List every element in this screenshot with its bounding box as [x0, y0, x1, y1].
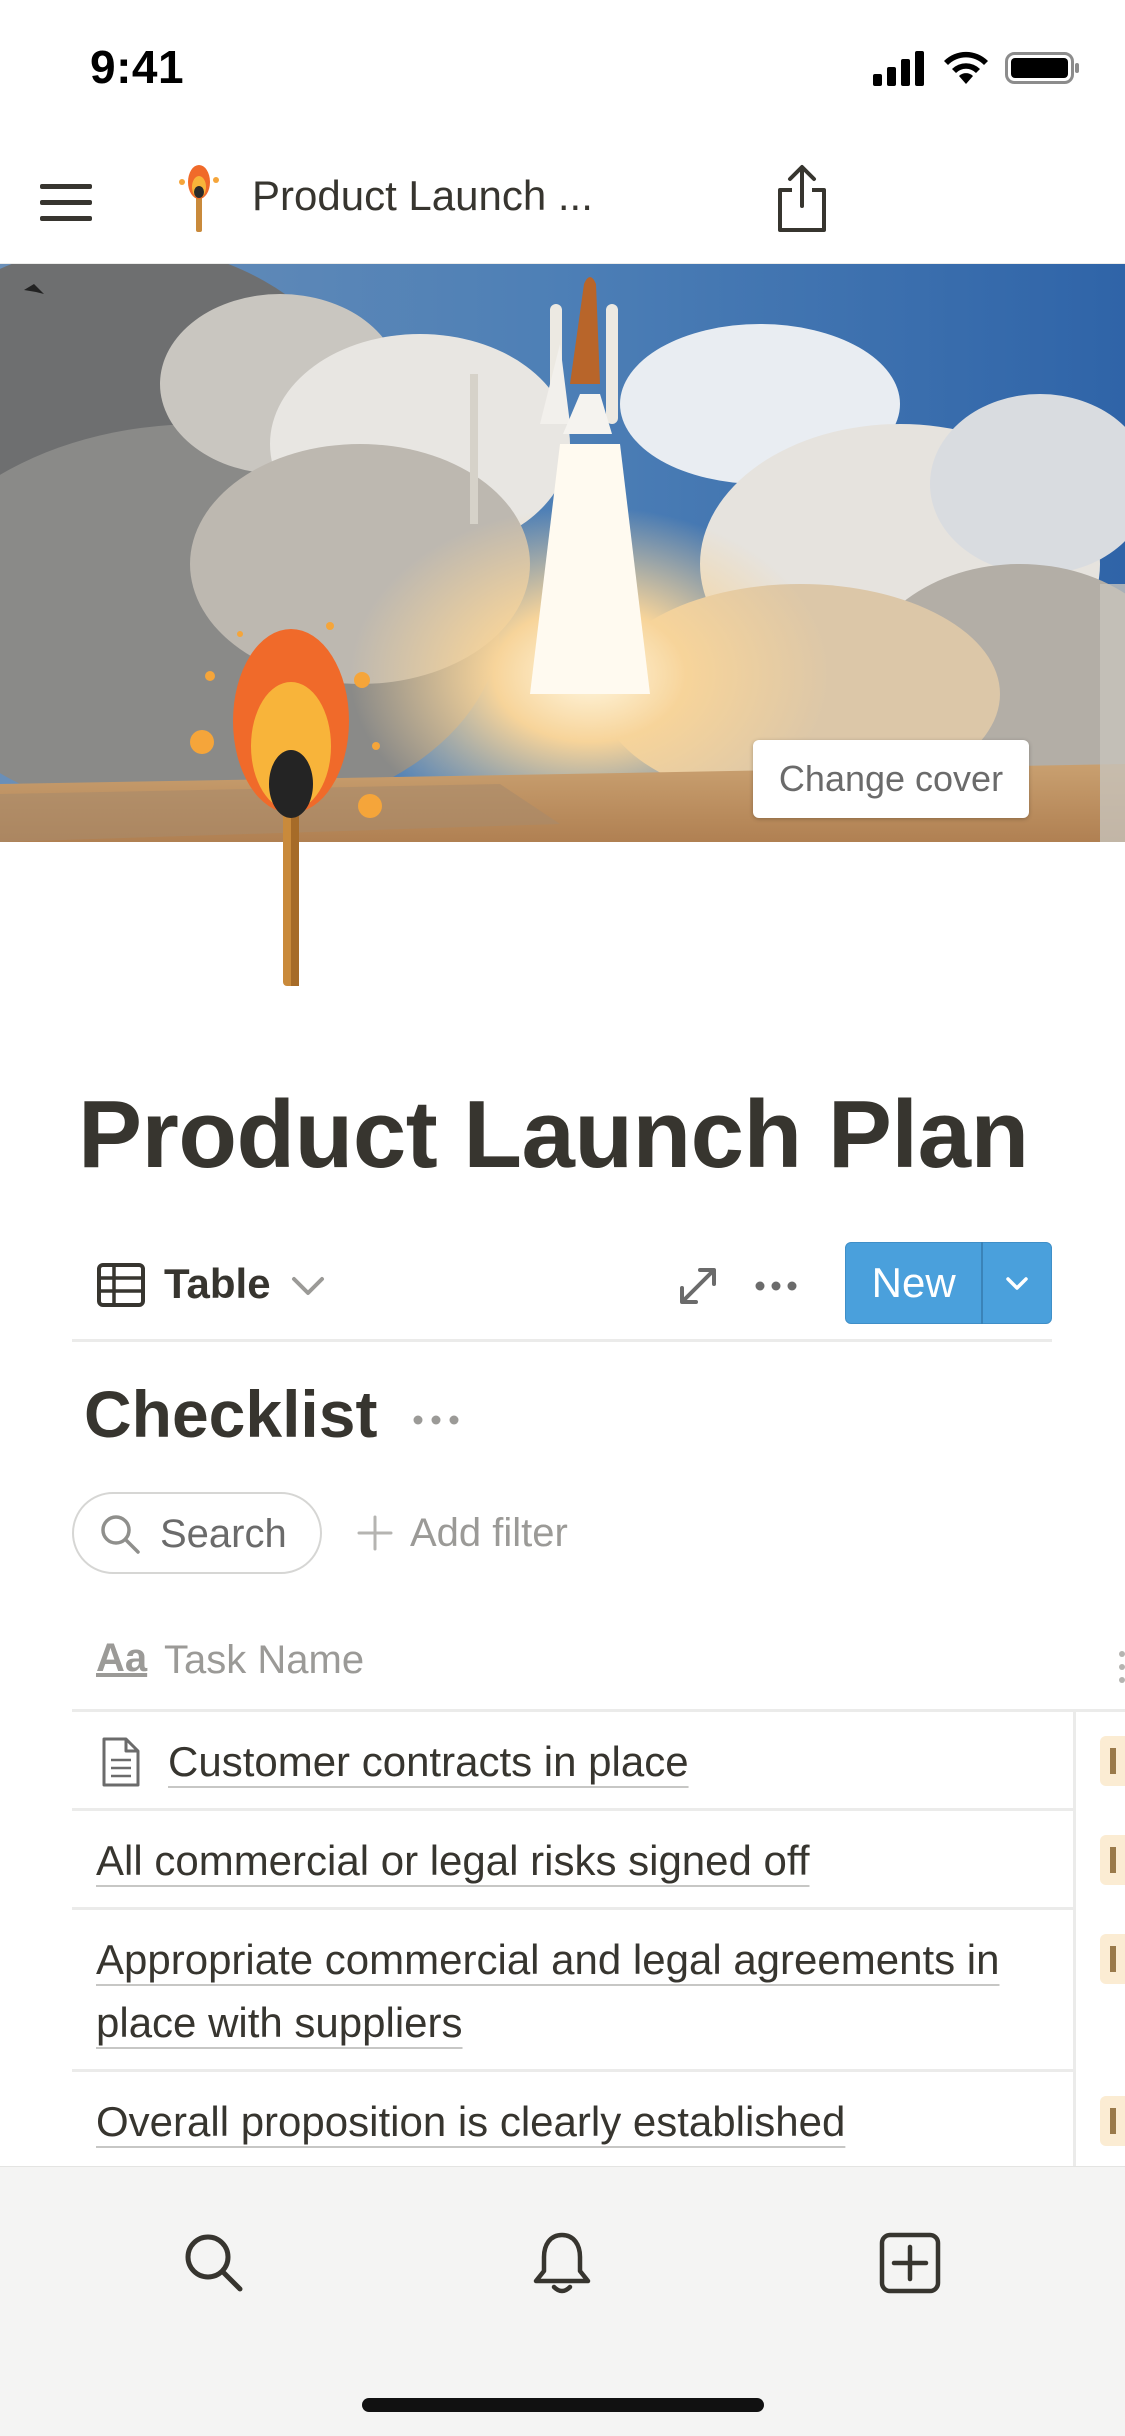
column-header-task-name[interactable]: Task Name: [164, 1638, 364, 1683]
nav-bar: Product Launch ...: [0, 132, 1125, 264]
search-label: Search: [160, 1512, 287, 1556]
text-property-icon: Aa: [96, 1636, 148, 1680]
table-icon[interactable]: [96, 1260, 146, 1310]
chevron-down-icon[interactable]: [288, 1266, 328, 1306]
bell-icon[interactable]: [526, 2227, 598, 2299]
view-selector-label[interactable]: Table: [164, 1260, 271, 1308]
match-icon: [179, 165, 219, 232]
page-title[interactable]: Product Launch Plan: [78, 1080, 1029, 1190]
add-filter-button[interactable]: Add filter: [356, 1500, 568, 1566]
change-cover-button[interactable]: Change cover: [753, 740, 1029, 818]
table-row[interactable]: Appropriate commercial and legal agreeme…: [72, 1910, 1073, 2072]
row-title[interactable]: Overall proposition is clearly establish…: [96, 2098, 845, 2145]
row-title[interactable]: All commercial or legal risks signed off: [96, 1837, 810, 1884]
home-indicator[interactable]: [362, 2398, 764, 2412]
add-filter-label: Add filter: [410, 1510, 568, 1555]
battery-icon: [1005, 52, 1079, 84]
status-time: 9:41: [90, 41, 185, 93]
column-divider: [1073, 1712, 1076, 2166]
document-icon: [102, 1737, 140, 1787]
more-icon[interactable]: [408, 1400, 464, 1440]
bottom-tab-bar: [0, 2166, 1125, 2436]
row-title[interactable]: Appropriate commercial and legal agreeme…: [96, 1936, 999, 2046]
search-icon[interactable]: [178, 2227, 250, 2299]
table-row[interactable]: Overall proposition is clearly establish…: [72, 2072, 1073, 2166]
table-header: Aa Task Name: [72, 1620, 1125, 1712]
status-bar: 9:41: [0, 0, 1125, 132]
new-button[interactable]: New: [845, 1242, 1052, 1324]
cellular-signal-icon: [873, 51, 924, 86]
new-button-label[interactable]: New: [846, 1259, 981, 1307]
new-dropdown-button[interactable]: [983, 1242, 1051, 1324]
more-icon[interactable]: [752, 1266, 800, 1306]
search-icon: [101, 1515, 140, 1554]
row-title[interactable]: Customer contracts in place: [168, 1738, 689, 1785]
status-tag[interactable]: [1100, 1835, 1125, 1885]
share-icon[interactable]: [770, 162, 834, 234]
status-tag[interactable]: [1100, 1736, 1125, 1786]
chevron-down-icon: [1006, 1277, 1028, 1290]
page-icon-match[interactable]: [180, 616, 400, 996]
database-title[interactable]: Checklist: [84, 1376, 377, 1452]
menu-icon[interactable]: [36, 172, 96, 232]
status-tag[interactable]: [1100, 2096, 1125, 2146]
database-view-bar: Table New: [72, 1236, 1052, 1342]
status-tag[interactable]: [1100, 1934, 1125, 1984]
status-icons: [871, 48, 1081, 88]
table-row[interactable]: All commercial or legal risks signed off: [72, 1811, 1073, 1910]
new-page-icon[interactable]: [874, 2227, 946, 2299]
search-button[interactable]: Search: [72, 1492, 322, 1574]
table-row[interactable]: Customer contracts in place: [72, 1712, 1073, 1811]
plus-icon: [357, 1515, 393, 1551]
expand-icon[interactable]: [676, 1264, 720, 1308]
nav-page-title[interactable]: Product Launch ...: [252, 172, 593, 220]
list-property-icon: [1119, 1651, 1125, 1683]
wifi-icon: [944, 51, 988, 84]
